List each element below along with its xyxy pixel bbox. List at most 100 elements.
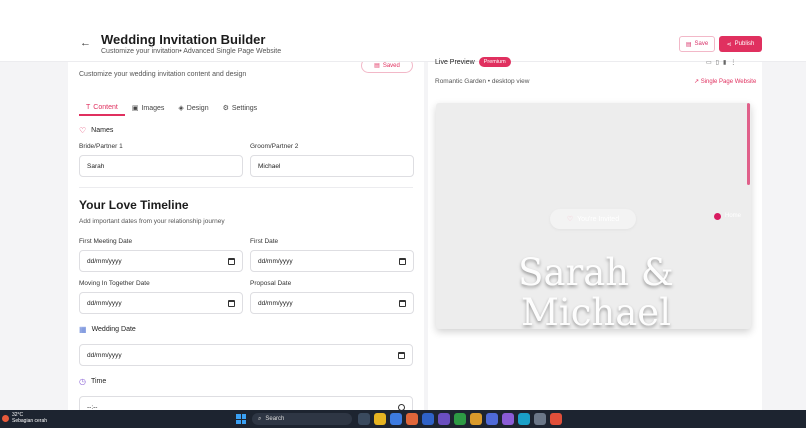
time-heading: ◷ Time (79, 377, 106, 386)
tablet-icon[interactable]: ▯ (716, 59, 719, 66)
settings-gear-icon[interactable] (534, 413, 546, 425)
first-meeting-date-input[interactable]: dd/mm/yyyy (79, 250, 243, 272)
xbox-icon[interactable] (454, 413, 466, 425)
groom-input-value: Michael (258, 162, 281, 170)
proposal-label: Proposal Date (250, 280, 292, 287)
chrome-icon[interactable] (406, 413, 418, 425)
time-input[interactable]: --:-- (79, 396, 413, 410)
heart-icon: ♡ (566, 216, 574, 223)
start-logo-tile (241, 414, 246, 419)
image-icon: ▣ (131, 105, 139, 112)
couple-names-heading: Sarah & Michael (436, 251, 751, 330)
first-date-input[interactable]: dd/mm/yyyy (250, 250, 414, 272)
groom-label: Groom/Partner 2 (250, 143, 299, 150)
teams-icon[interactable] (438, 413, 450, 425)
couple-names-line1: Sarah & (518, 251, 674, 294)
invited-pill: ♡ You're Invited (550, 209, 636, 229)
section-divider (79, 187, 413, 188)
saved-indicator[interactable]: ▤ Saved (361, 62, 413, 73)
tab-design[interactable]: ◈ Design (171, 100, 215, 116)
single-page-link[interactable]: ↗ Single Page Website (694, 78, 756, 85)
search-icon: ⌕ (258, 415, 262, 422)
weather-widget[interactable]: 32°C Sebagian cerah (2, 412, 47, 424)
moving-in-label: Moving In Together Date (79, 280, 150, 287)
arrow-left-icon[interactable]: ← (80, 37, 91, 49)
photos-icon[interactable] (502, 413, 514, 425)
calendar-icon[interactable] (228, 299, 235, 307)
calendar-icon[interactable] (228, 257, 235, 265)
premium-badge: Premium (478, 57, 511, 67)
weather-description: Sebagian cerah (12, 418, 48, 424)
save-icon: ▤ (374, 63, 380, 69)
tab-content[interactable]: T Content (79, 100, 125, 116)
saved-label: Saved (382, 62, 400, 69)
editor-tabs: T Content ▣ Images ◈ Design ⚙ Settings (79, 100, 264, 116)
store-icon[interactable] (422, 413, 434, 425)
top-header: ← Wedding Invitation Builder Customize y… (0, 0, 806, 62)
invited-pill-label: You're Invited (577, 215, 620, 223)
taskbar-search[interactable]: ⌕ Search (252, 413, 352, 425)
wedding-date-value: dd/mm/yyyy (87, 351, 122, 359)
groom-input[interactable]: Michael (250, 155, 414, 177)
single-page-link-label: Single Page Website (700, 79, 757, 85)
bride-input[interactable]: Sarah (79, 155, 243, 177)
couple-names-line2: Michael (520, 291, 672, 330)
browser-icon[interactable] (518, 413, 530, 425)
wedding-date-input[interactable]: dd/mm/yyyy (79, 344, 413, 366)
preview-frame[interactable]: ♡ You're Invited Home Sarah & Michael (436, 103, 751, 329)
weather-text: 32°C Sebagian cerah (12, 412, 47, 424)
names-section-heading: ♡ Names (79, 126, 113, 135)
tab-content-label: Content (93, 103, 118, 111)
tab-settings[interactable]: ⚙ Settings (216, 100, 265, 116)
heart-icon: ♡ (79, 126, 87, 135)
calendar-icon[interactable] (398, 351, 405, 359)
proposal-value: dd/mm/yyyy (258, 299, 293, 307)
edge-icon[interactable] (390, 413, 402, 425)
first-date-label: First Date (250, 238, 279, 245)
preview-scrollbar[interactable] (747, 103, 750, 185)
publish-button-label: Publish (734, 41, 755, 47)
tab-settings-label: Settings (231, 104, 258, 112)
gear-icon: ⚙ (222, 105, 229, 112)
task-view-icon[interactable] (358, 413, 370, 425)
first-meeting-label: First Meeting Date (79, 238, 133, 245)
text-icon: T (86, 103, 91, 111)
start-logo-tile (236, 419, 241, 424)
bride-input-value: Sarah (87, 162, 105, 170)
timeline-title: Your Love Timeline (79, 198, 189, 212)
nav-dot-label: Home (725, 213, 742, 219)
tab-images[interactable]: ▣ Images (125, 100, 172, 116)
taskbar-apps (358, 413, 562, 425)
calendar-icon[interactable] (399, 299, 406, 307)
bride-label: Bride/Partner 1 (79, 143, 123, 150)
calendar-icon[interactable] (399, 257, 406, 265)
weather-icon (2, 414, 9, 422)
discord-icon[interactable] (486, 413, 498, 425)
moving-in-date-input[interactable]: dd/mm/yyyy (79, 292, 243, 314)
start-button[interactable] (236, 414, 246, 424)
clock-icon: ◷ (79, 377, 86, 386)
moving-in-value: dd/mm/yyyy (87, 299, 122, 307)
timeline-description: Add important dates from your relationsh… (79, 218, 225, 225)
start-logo-tile (241, 419, 246, 424)
preview-panel: Live Preview Premium ▭ ▯ ▮ ⋮ Romantic Ga… (428, 57, 762, 410)
start-logo-tile (236, 414, 241, 419)
more-icon[interactable]: ⋮ (730, 59, 736, 66)
share-icon: ⋖ (726, 41, 732, 48)
taskbar-search-label: Search (265, 416, 285, 422)
save-button[interactable]: ▤ Save (679, 36, 715, 52)
trophy-icon[interactable] (470, 413, 482, 425)
external-link-icon: ↗ (694, 79, 700, 85)
editor-description: Customize your wedding invitation conten… (79, 71, 247, 78)
publish-button[interactable]: ⋖ Publish (719, 36, 762, 52)
tab-images-label: Images (141, 104, 165, 112)
names-section-label: Names (91, 127, 114, 134)
file-explorer-icon[interactable] (374, 413, 386, 425)
mobile-icon[interactable]: ▮ (723, 59, 726, 66)
app-window: ← Wedding Invitation Builder Customize y… (0, 0, 806, 428)
tab-design-label: Design (186, 104, 209, 112)
chrome-alt-icon[interactable] (550, 413, 562, 425)
nav-dot[interactable] (714, 213, 721, 220)
desktop-icon[interactable]: ▭ (706, 59, 712, 66)
proposal-date-input[interactable]: dd/mm/yyyy (250, 292, 414, 314)
